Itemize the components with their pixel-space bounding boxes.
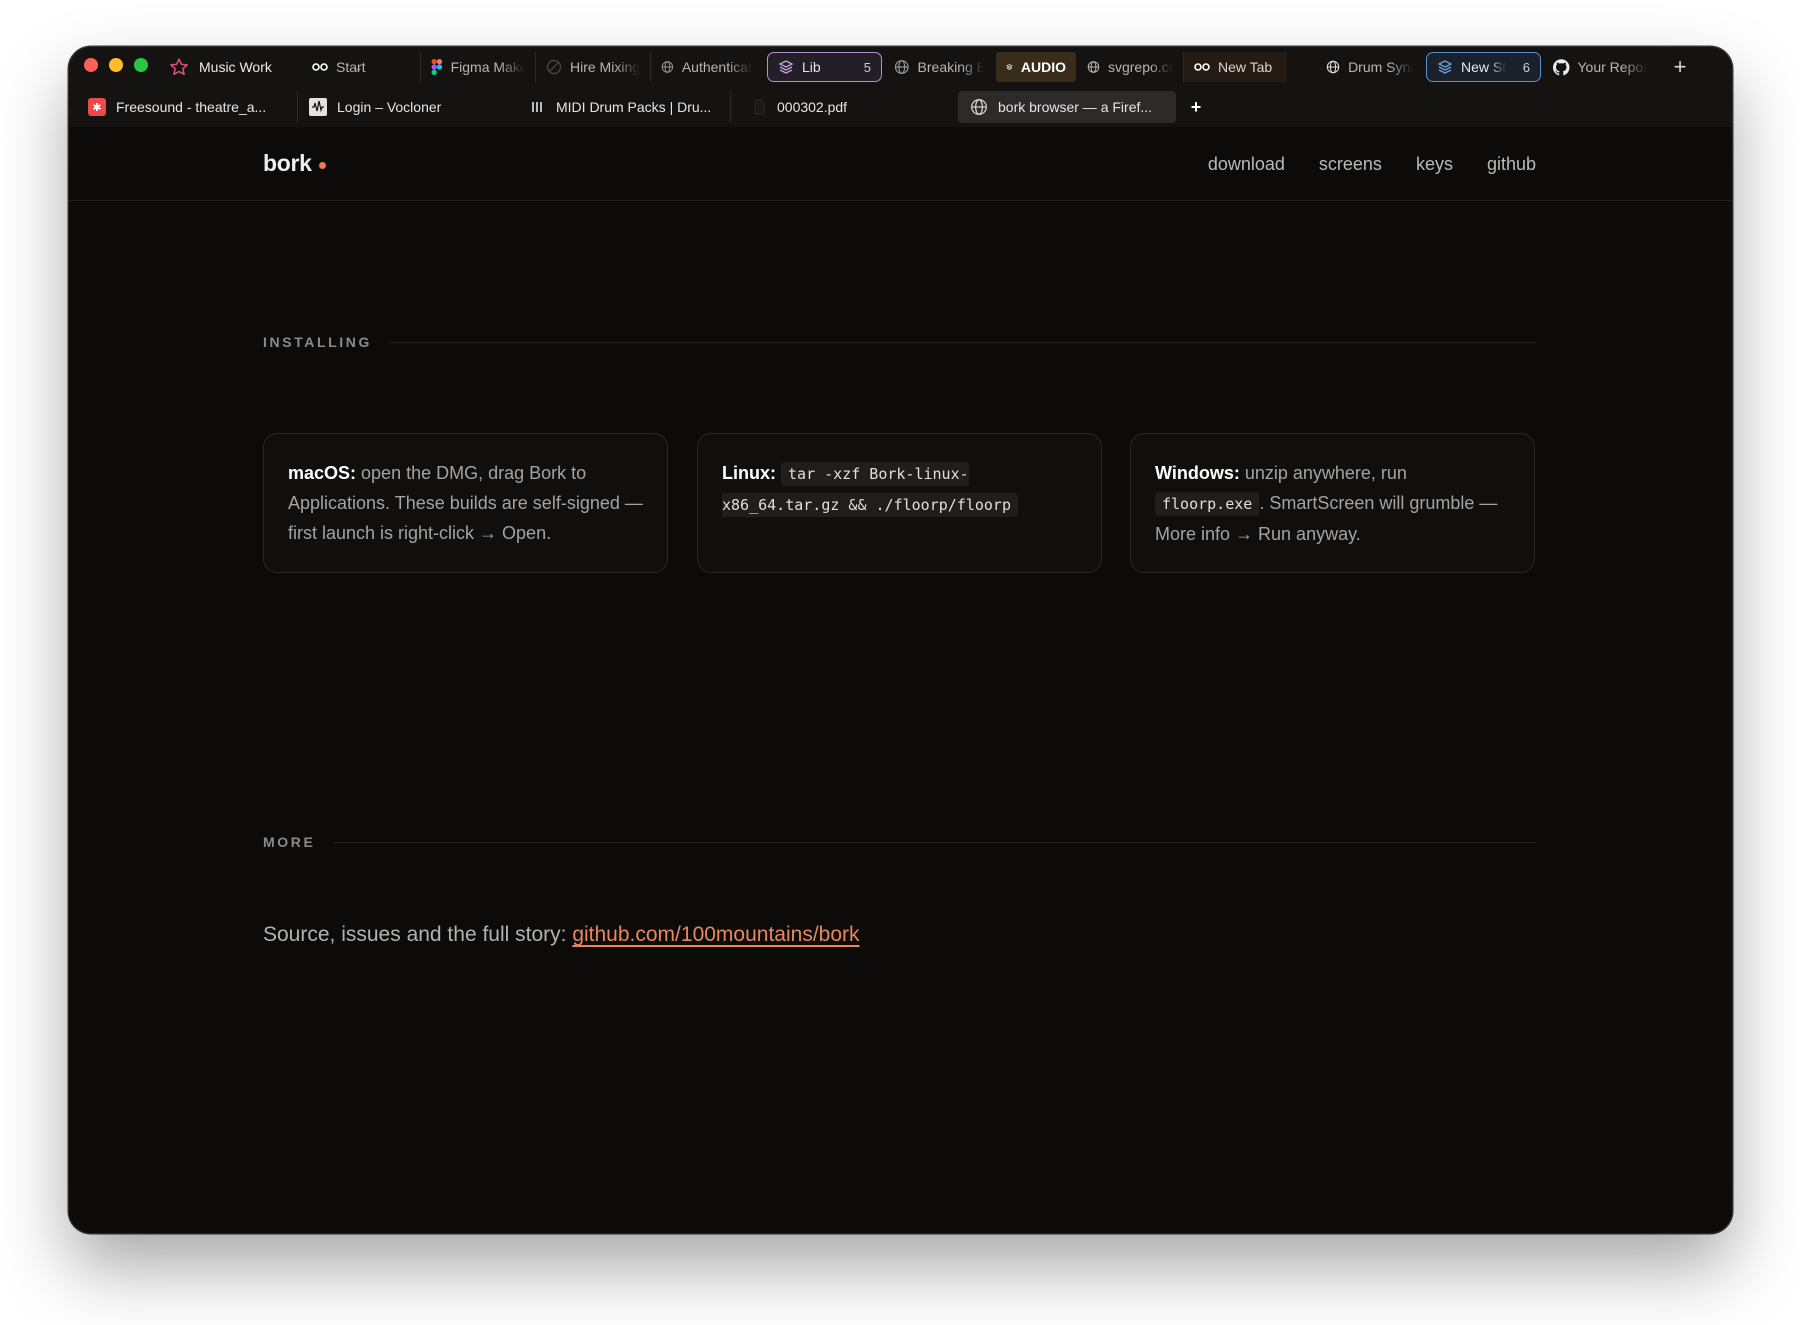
nav-link-download[interactable]: download [1208, 154, 1285, 175]
tab-count-badge: 5 [863, 59, 871, 75]
tab-bar-secondary: ✱ Freesound - theatre_a... Login – Voclo… [69, 87, 1732, 127]
tab-figma-make[interactable]: Figma Make [421, 52, 536, 82]
page-content: bork download screens keys github INSTAL… [69, 127, 1732, 1233]
tab-your-repos[interactable]: Your Repos [1543, 52, 1658, 82]
circle-slash-icon [546, 59, 562, 75]
star-icon [170, 58, 188, 76]
window-controls [84, 58, 148, 72]
divider [389, 341, 1536, 343]
browser-window: Music Work ⌄ Start Figma Make Hire Mixin… [69, 47, 1732, 1233]
figma-icon [431, 59, 443, 75]
glasses-icon [312, 63, 328, 71]
globe-icon [971, 99, 987, 115]
tab-new-tab[interactable]: New Tab [1184, 52, 1287, 82]
bars-icon [532, 102, 542, 112]
tab-drum-synth[interactable]: Drum Synth [1316, 52, 1423, 82]
brand-dot [318, 162, 326, 169]
tab-breaking[interactable]: Breaking B [884, 52, 994, 82]
tab-midi-drum-packs[interactable]: MIDI Drum Packs | Dru... [518, 91, 731, 123]
new-tab-plus-icon[interactable]: + [1666, 53, 1694, 81]
layers-icon [1006, 64, 1013, 70]
nav-link-screens[interactable]: screens [1319, 154, 1382, 175]
globe-icon [1087, 61, 1100, 73]
waveform-icon [309, 98, 327, 116]
nav-link-keys[interactable]: keys [1416, 154, 1453, 175]
new-tab-plus-icon[interactable]: + [1180, 91, 1212, 123]
tab-bork-browser[interactable]: bork browser — a Firef... [958, 91, 1176, 123]
layers-icon [778, 60, 794, 74]
github-repo-link[interactable]: github.com/100mountains/bork [572, 923, 859, 946]
tab-hire-mixing[interactable]: Hire Mixing [536, 52, 651, 82]
glasses-icon [1194, 63, 1210, 71]
nav-link-github[interactable]: github [1487, 154, 1536, 175]
globe-icon [661, 61, 674, 73]
tab-authentication[interactable]: Authentication [651, 52, 763, 82]
document-icon [754, 99, 765, 115]
tab-bar: Music Work ⌄ Start Figma Make Hire Mixin… [69, 47, 1732, 87]
tab-vocloner[interactable]: Login – Vocloner [297, 91, 517, 123]
installing-section-heading: INSTALLING [263, 334, 1536, 350]
workspace-name: Music Work [199, 59, 272, 75]
tab-start[interactable]: Start [302, 52, 421, 82]
site-header: bork download screens keys github [69, 127, 1732, 201]
freesound-icon: ✱ [88, 98, 106, 116]
tab-lib[interactable]: Lib 5 [767, 52, 882, 82]
site-nav: download screens keys github [1208, 154, 1536, 175]
tab-count-badge: 6 [1522, 59, 1530, 75]
globe-icon [894, 60, 909, 74]
install-card-linux: Linux: tar -xzf Bork-linux-x86_64.tar.gz… [697, 433, 1102, 573]
divider [333, 841, 1536, 843]
tab-audio[interactable]: AUDIO [996, 52, 1076, 82]
close-window-button[interactable] [84, 58, 98, 72]
more-text: Source, issues and the full story: githu… [263, 923, 860, 946]
maximize-window-button[interactable] [134, 58, 148, 72]
tab-pdf[interactable]: 000302.pdf [739, 91, 939, 123]
install-card-windows: Windows: unzip anywhere, run floorp.exe.… [1130, 433, 1535, 573]
windows-executable-name: floorp.exe [1155, 492, 1260, 516]
install-card-macos: macOS: open the DMG, drag Bork to Applic… [263, 433, 668, 573]
layers-icon [1437, 60, 1453, 74]
globe-icon [1326, 60, 1340, 74]
github-icon [1553, 58, 1570, 75]
tab-new-st[interactable]: New St 6 [1426, 52, 1541, 82]
more-section-heading: MORE [263, 834, 1536, 850]
brand-logo[interactable]: bork [263, 150, 326, 177]
minimize-window-button[interactable] [109, 58, 123, 72]
tab-svgrepo[interactable]: svgrepo.com [1077, 52, 1184, 82]
tab-freesound[interactable]: ✱ Freesound - theatre_a... [76, 91, 298, 123]
